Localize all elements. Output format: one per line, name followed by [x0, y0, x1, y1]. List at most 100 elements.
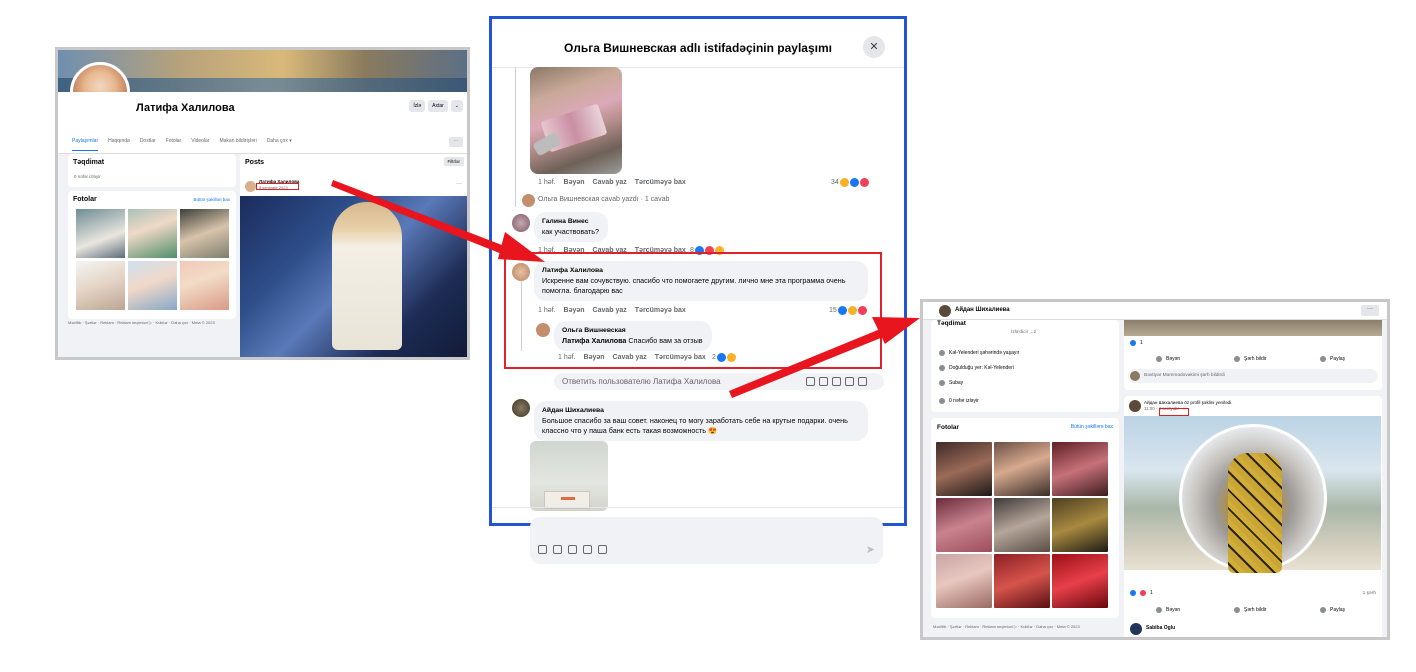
gif-icon[interactable]: [845, 377, 854, 386]
tab-checkins[interactable]: Məkan bildirişləri: [219, 138, 256, 153]
send-icon[interactable]: ➤: [866, 543, 875, 556]
post-author-avatar[interactable]: [1129, 400, 1141, 412]
translate-link[interactable]: Tərcüməyə bax: [635, 307, 686, 314]
filters-button[interactable]: Filtrlər: [443, 157, 464, 166]
commenter-avatar[interactable]: [512, 263, 530, 281]
profile-avatar[interactable]: [939, 305, 951, 317]
reaction-summary[interactable]: 34: [831, 178, 869, 187]
commenter-name[interactable]: Sabiba Oglu: [1146, 625, 1175, 631]
tab-friends[interactable]: Dostlar: [140, 138, 156, 153]
avatar-sticker-icon[interactable]: [806, 377, 815, 386]
tab-posts[interactable]: Paylaşımlar: [72, 138, 99, 151]
like-button[interactable]: Bəyən: [1156, 607, 1180, 613]
reply-text: Спасибо вам за отзыв: [626, 336, 703, 345]
translate-link[interactable]: Tərcüməyə bax: [655, 354, 706, 361]
comments-count[interactable]: 1 şərh: [1363, 591, 1376, 596]
share-button[interactable]: Paylaş: [1320, 607, 1345, 613]
close-icon[interactable]: ✕: [863, 36, 885, 58]
reaction-summary[interactable]: 2: [712, 353, 736, 362]
see-all-photos-link[interactable]: Bütün şəkilləri bax: [193, 197, 230, 202]
comment-text: как участвовать?: [542, 227, 600, 236]
commenter-avatar[interactable]: [512, 399, 530, 417]
post-author-avatar[interactable]: [245, 181, 256, 192]
photo-thumbnail[interactable]: [128, 209, 177, 258]
photo-thumbnail[interactable]: [936, 442, 992, 496]
photo-thumbnail[interactable]: [180, 209, 229, 258]
tab-about[interactable]: Haqqında: [108, 138, 130, 153]
tab-photos[interactable]: Fotolar: [166, 138, 182, 153]
left-profile-screenshot: Латифа Халилова İzlə Axtar ⌄ Paylaşımlar…: [55, 47, 470, 360]
comment-photo-box[interactable]: [530, 441, 608, 511]
profile-picture-photo[interactable]: [1124, 416, 1381, 573]
photo-thumbnail[interactable]: [76, 209, 125, 258]
photo-thumbnail[interactable]: [994, 498, 1050, 552]
reaction-summary[interactable]: 15: [829, 306, 867, 315]
share-button[interactable]: Paylaş: [1320, 356, 1345, 362]
highlight-box: [1159, 408, 1189, 416]
translate-link[interactable]: Tərcüməyə bax: [635, 179, 686, 186]
photo-thumbnail[interactable]: [180, 261, 229, 310]
emoji-icon[interactable]: [819, 377, 828, 386]
like-link[interactable]: Bəyən: [584, 354, 605, 361]
comment-photo-money[interactable]: [530, 67, 622, 174]
more-options-button[interactable]: ···: [449, 137, 463, 147]
replier-avatar[interactable]: [536, 323, 550, 337]
avatar-sticker-icon[interactable]: [538, 545, 547, 554]
camera-icon[interactable]: [832, 377, 841, 386]
photo-thumbnail[interactable]: [994, 442, 1050, 496]
profile-picture-circle: [1179, 424, 1327, 573]
more-options-button[interactable]: ···: [1361, 305, 1379, 316]
reply-link[interactable]: Cavab yaz: [613, 354, 647, 361]
sticker-icon[interactable]: [598, 545, 607, 554]
post-photo[interactable]: [1124, 320, 1382, 336]
tab-more[interactable]: Daha çox ▾: [267, 138, 292, 153]
see-all-photos-link[interactable]: Bütün şəkillərə bax: [1071, 424, 1113, 430]
home-icon: [939, 350, 945, 356]
dropdown-button[interactable]: ⌄: [450, 100, 463, 112]
intro-card: Təqdimat İzlə'dicir ...2 Kəl-Yelenderi ş…: [931, 320, 1119, 412]
photo-thumbnail[interactable]: [936, 554, 992, 608]
commenter-avatar[interactable]: [1130, 623, 1142, 635]
reply-link[interactable]: Cavab yaz: [593, 307, 627, 314]
comment-composer[interactable]: ➤: [530, 517, 883, 564]
comment-author[interactable]: Галина Винес: [542, 217, 600, 227]
reaction-summary[interactable]: 1: [1130, 590, 1153, 596]
photo-thumbnail[interactable]: [1052, 498, 1108, 552]
mention-link[interactable]: Латифа Халилова: [562, 336, 626, 345]
comment-button[interactable]: Şərh bildir: [1234, 356, 1267, 362]
like-icon: [837, 306, 847, 315]
followers-text: 0 nəfər izləyir: [74, 174, 101, 179]
photo-thumbnail[interactable]: [994, 554, 1050, 608]
post-options-button[interactable]: ···: [456, 181, 462, 187]
comment-author[interactable]: Латифа Халилова: [542, 266, 860, 276]
camera-icon[interactable]: [568, 545, 577, 554]
commenter-avatar[interactable]: [512, 214, 530, 232]
post-photo[interactable]: [240, 196, 467, 357]
reaction-summary[interactable]: 1: [1130, 340, 1143, 346]
thumbs-up-icon: [1156, 607, 1162, 613]
comment-preview[interactable]: Bəxtiyar Məmmədovakimi şərh bildirdi: [1128, 369, 1378, 383]
replier-avatar[interactable]: [522, 194, 535, 207]
like-link[interactable]: Bəyən: [564, 179, 585, 186]
photo-thumbnail[interactable]: [936, 498, 992, 552]
photo-thumbnail[interactable]: [76, 261, 125, 310]
view-replies-link[interactable]: Ольга Вишневская cavab yazdı · 1 cavab: [538, 196, 669, 203]
woman-figure: [332, 202, 402, 350]
photo-thumbnail[interactable]: [128, 261, 177, 310]
heart-icon: [939, 380, 945, 386]
follow-button[interactable]: İzlə: [409, 100, 426, 112]
photo-thumbnail[interactable]: [1052, 554, 1108, 608]
photo-thumbnail[interactable]: [1052, 442, 1108, 496]
reply-author[interactable]: Ольга Вишневская: [562, 326, 704, 336]
sticker-icon[interactable]: [858, 377, 867, 386]
profile-header: Латифа Халилова İzlə Axtar ⌄: [58, 92, 467, 132]
comment-button[interactable]: Şərh bildir: [1234, 607, 1267, 613]
like-button[interactable]: Bəyən: [1156, 356, 1180, 362]
search-button[interactable]: Axtar: [428, 100, 448, 112]
gif-icon[interactable]: [583, 545, 592, 554]
like-link[interactable]: Bəyən: [564, 307, 585, 314]
reply-link[interactable]: Cavab yaz: [593, 179, 627, 186]
comment-author[interactable]: Айдан Шихалиева: [542, 406, 860, 416]
emoji-icon[interactable]: [553, 545, 562, 554]
tab-videos[interactable]: Videolar: [191, 138, 209, 153]
